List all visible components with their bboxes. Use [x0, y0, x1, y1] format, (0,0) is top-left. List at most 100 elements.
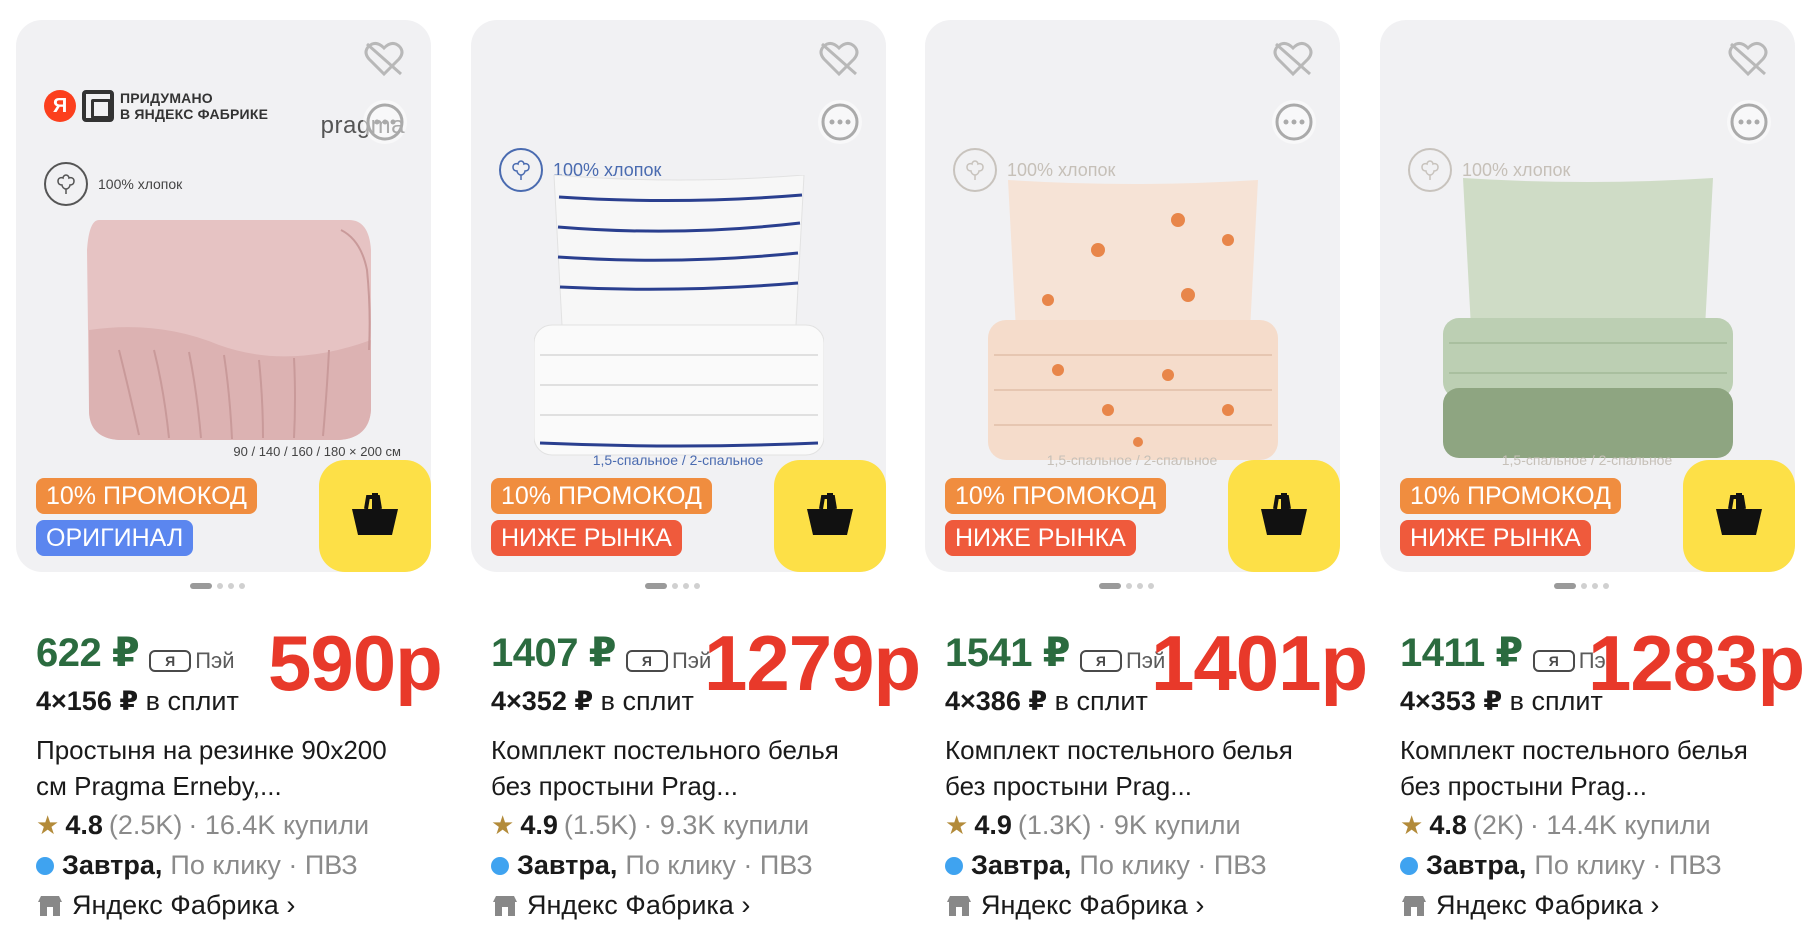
- pay-card-icon: Я: [149, 650, 192, 672]
- brand-caption: ПРИДУМАНО В ЯНДЕКС ФАБРИКЕ: [120, 90, 269, 122]
- yandex-pay-label: Я Пэй: [625, 648, 711, 674]
- favorite-heart-icon[interactable]: [816, 36, 862, 82]
- store-link[interactable]: Яндекс Фабрика ›: [36, 890, 295, 921]
- carousel-dots: [1099, 583, 1154, 589]
- favorite-heart-icon[interactable]: [361, 36, 407, 82]
- promo-code-badge: 10% ПРОМОКОД: [36, 478, 257, 514]
- bedding-set-image: [987, 180, 1278, 460]
- split-payment: 4×353 ₽ в сплит: [1400, 686, 1603, 716]
- cotton-icon: [44, 162, 88, 206]
- add-to-cart-button[interactable]: [1228, 460, 1340, 572]
- favorite-heart-icon[interactable]: [1270, 36, 1316, 82]
- split-payment: 4×352 ₽ в сплит: [491, 686, 694, 716]
- carousel-dots: [1554, 583, 1609, 589]
- price: 1411 ₽: [1400, 631, 1523, 675]
- product-title[interactable]: Комплект постельного белья без простыни …: [491, 732, 876, 804]
- overlay-price: 590р: [268, 619, 443, 707]
- bedding-set-image: [1442, 178, 1733, 458]
- fitted-sheet-image: [86, 220, 371, 440]
- cart-icon: [1716, 493, 1762, 535]
- product-image-area[interactable]: Я ПРИДУМАНО В ЯНДЕКС ФАБРИКЕ pragma 100%…: [16, 20, 431, 572]
- below-market-badge: НИЖЕ РЫНКА: [945, 520, 1136, 556]
- below-market-badge: НИЖЕ РЫНКА: [1400, 520, 1591, 556]
- carousel-dots: [190, 583, 245, 589]
- promo-code-badge: 10% ПРОМОКОД: [1400, 478, 1621, 514]
- yandex-pay-label: Я Пэй: [149, 648, 235, 674]
- delivery-dot-icon: [945, 856, 963, 875]
- cart-icon: [807, 493, 853, 535]
- split-payment: 4×156 ₽ в сплит: [36, 686, 239, 716]
- cotton-label: 100% хлопок: [44, 162, 182, 206]
- pay-card-icon: Я: [1079, 650, 1122, 672]
- store-icon: [947, 895, 971, 916]
- carousel-dots: [645, 583, 700, 589]
- fabrika-logo-icon: [82, 90, 114, 122]
- more-options-icon[interactable]: [818, 100, 862, 144]
- cart-icon: [352, 493, 398, 535]
- promo-badges: 10% ПРОМОКОД НИЖЕ РЫНКА: [945, 478, 1166, 556]
- store-icon: [493, 895, 517, 916]
- pay-card-icon: Я: [1532, 650, 1575, 672]
- overlay-price: 1283р: [1588, 619, 1805, 707]
- price: 1407 ₽: [491, 631, 616, 675]
- star-icon: ★: [36, 810, 60, 840]
- delivery-dot-icon: [36, 856, 54, 875]
- store-link[interactable]: Яндекс Фабрика ›: [491, 890, 750, 921]
- below-market-badge: НИЖЕ РЫНКА: [491, 520, 682, 556]
- more-options-icon[interactable]: [1727, 100, 1771, 144]
- delivery-row: Завтра, По клику · ПВЗ: [1400, 850, 1722, 881]
- bedding-set-image: [533, 175, 824, 456]
- delivery-dot-icon: [1400, 856, 1418, 875]
- promo-code-badge: 10% ПРОМОКОД: [491, 478, 712, 514]
- product-card[interactable]: Я ПРИДУМАНО В ЯНДЕКС ФАБРИКЕ pragma 100%…: [16, 20, 443, 921]
- price-row: 1411 ₽ Я Пэй: [1400, 630, 1618, 676]
- more-options-icon[interactable]: [1272, 100, 1316, 144]
- product-image-area[interactable]: 100% хлопок 1,5-спальное / 2-спальное 10…: [925, 20, 1340, 572]
- price: 1541 ₽: [945, 631, 1070, 675]
- overlay-price: 1279р: [704, 619, 921, 707]
- price-row: 622 ₽ Я Пэй: [36, 630, 235, 676]
- price: 622 ₽: [36, 631, 140, 675]
- favorite-heart-icon[interactable]: [1725, 36, 1771, 82]
- product-image-area[interactable]: 100% хлопок 1,5-спальное / 2-спальное 10…: [1380, 20, 1795, 572]
- promo-badges: 10% ПРОМОКОД НИЖЕ РЫНКА: [1400, 478, 1621, 556]
- promo-badges: 10% ПРОМОКОД ОРИГИНАЛ: [36, 478, 257, 556]
- product-title[interactable]: Простыня на резинке 90x200 см Pragma Ern…: [36, 732, 421, 804]
- rating-row: ★ 4.8 (2.5K) · 16.4K купили: [36, 810, 370, 840]
- product-card[interactable]: 100% хлопок 1,5-спальное / 2-спальное 10…: [1380, 20, 1805, 921]
- pay-card-icon: Я: [625, 650, 668, 672]
- product-title[interactable]: Комплект постельного белья без простыни …: [1400, 732, 1785, 804]
- store-icon: [38, 895, 62, 916]
- store-icon: [1402, 895, 1426, 916]
- split-payment: 4×386 ₽ в сплит: [945, 686, 1148, 716]
- delivery-row: Завтра, По клику · ПВЗ: [945, 850, 1267, 881]
- overlay-price: 1401р: [1151, 619, 1368, 707]
- product-card[interactable]: 100% хлопок 1,5-спальное / 2-спальное 10…: [925, 20, 1368, 921]
- delivery-dot-icon: [491, 856, 509, 875]
- price-row: 1541 ₽ Я Пэй: [945, 630, 1165, 676]
- star-icon: ★: [491, 810, 515, 840]
- size-note: 90 / 140 / 160 / 180 × 200 см: [233, 444, 401, 459]
- product-title[interactable]: Комплект постельного белья без простыни …: [945, 732, 1330, 804]
- rating-row: ★ 4.9 (1.5K) · 9.3K купили: [491, 810, 810, 840]
- product-card[interactable]: 100% хлопок 1,5-спальное / 2-спальное 10…: [471, 20, 921, 921]
- star-icon: ★: [945, 810, 969, 840]
- add-to-cart-button[interactable]: [319, 460, 431, 572]
- rating-row: ★ 4.8 (2K) · 14.4K купили: [1400, 810, 1711, 840]
- add-to-cart-button[interactable]: [1683, 460, 1795, 572]
- original-badge: ОРИГИНАЛ: [36, 520, 194, 556]
- more-options-icon[interactable]: [363, 100, 407, 144]
- price-row: 1407 ₽ Я Пэй: [491, 630, 711, 676]
- store-link[interactable]: Яндекс Фабрика ›: [1400, 890, 1659, 921]
- store-link[interactable]: Яндекс Фабрика ›: [945, 890, 1204, 921]
- brand-logo: Я ПРИДУМАНО В ЯНДЕКС ФАБРИКЕ: [44, 90, 268, 122]
- add-to-cart-button[interactable]: [774, 460, 886, 572]
- star-icon: ★: [1400, 810, 1424, 840]
- rating-row: ★ 4.9 (1.3K) · 9K купили: [945, 810, 1241, 840]
- promo-code-badge: 10% ПРОМОКОД: [945, 478, 1166, 514]
- product-grid: Я ПРИДУМАНО В ЯНДЕКС ФАБРИКЕ pragma 100%…: [0, 0, 1817, 926]
- delivery-row: Завтра, По клику · ПВЗ: [36, 850, 358, 881]
- delivery-row: Завтра, По клику · ПВЗ: [491, 850, 813, 881]
- promo-badges: 10% ПРОМОКОД НИЖЕ РЫНКА: [491, 478, 712, 556]
- product-image-area[interactable]: 100% хлопок 1,5-спальное / 2-спальное 10…: [471, 20, 886, 572]
